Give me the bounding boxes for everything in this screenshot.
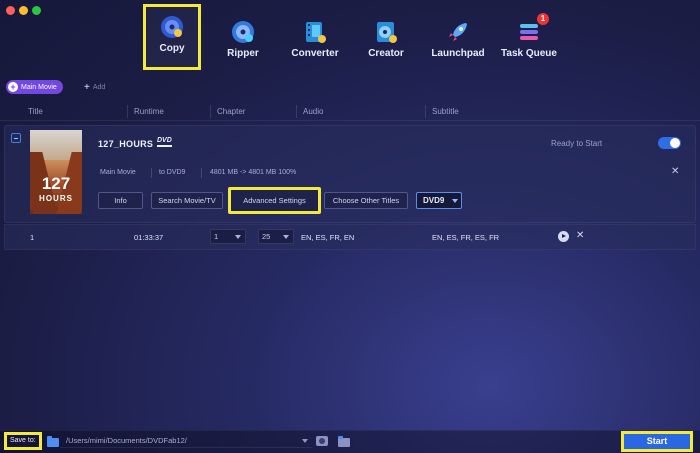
save-path-value: /Users/mimi/Documents/DVDFab12/ xyxy=(66,436,187,445)
task-queue-badge: 1 xyxy=(537,13,549,25)
task-queue-icon xyxy=(520,24,538,40)
add-label: Add xyxy=(92,83,106,91)
chevron-down-icon xyxy=(235,235,241,239)
start-button[interactable]: Start xyxy=(621,431,693,452)
track-index: 1 xyxy=(30,233,35,242)
chevron-down-icon xyxy=(302,439,308,443)
chapter-start-value: 1 xyxy=(214,232,219,241)
column-header-row: Title Runtime Chapter Audio Subtitle xyxy=(0,101,700,121)
track-subtitle[interactable]: EN, ES, FR, ES, FR xyxy=(432,233,499,242)
tool-ripper[interactable]: Ripper xyxy=(208,10,278,68)
chevron-down-icon xyxy=(452,198,459,203)
advanced-settings-button[interactable]: Advanced Settings xyxy=(228,187,321,214)
ripper-disc-icon xyxy=(232,21,254,43)
column-subtitle: Subtitle xyxy=(432,107,459,116)
tool-task-queue[interactable]: Task Queue xyxy=(494,10,564,68)
remove-icon[interactable]: ✕ xyxy=(576,230,584,241)
movie-title: 127_HOURS xyxy=(98,139,154,149)
copy-disc-icon xyxy=(161,16,183,38)
size-info-text: 4801 MB -> 4801 MB 100% xyxy=(210,169,297,176)
tool-creator[interactable]: Creator xyxy=(351,10,421,68)
play-icon[interactable] xyxy=(558,231,569,242)
plus-icon: + xyxy=(8,82,18,92)
choose-other-titles-button[interactable]: Choose Other Titles xyxy=(324,192,408,209)
window-zoom-button[interactable] xyxy=(32,6,41,15)
chapter-end-select[interactable]: 25 xyxy=(258,229,294,244)
plus-icon: + xyxy=(84,81,90,93)
dvd-logo: DVD xyxy=(157,137,172,147)
main-movie-button[interactable]: + Main Movie xyxy=(6,80,63,94)
column-audio: Audio xyxy=(303,107,324,116)
column-chapter: Chapter xyxy=(217,107,246,116)
creator-disc-icon xyxy=(377,22,397,43)
browse-folder-icon[interactable] xyxy=(338,436,350,447)
track-runtime: 01:33:37 xyxy=(134,233,164,242)
save-to-label: Save to: xyxy=(4,432,42,450)
movie-poster: 127 HOURS xyxy=(30,130,82,214)
rocket-icon xyxy=(449,23,467,41)
add-button[interactable]: + Add xyxy=(84,80,105,94)
chapter-start-select[interactable]: 1 xyxy=(210,229,246,244)
track-audio[interactable]: EN, ES, FR, EN xyxy=(301,233,354,242)
folder-icon xyxy=(47,436,59,447)
column-title: Title xyxy=(28,107,43,116)
tool-label: Launchpad xyxy=(431,48,485,59)
tool-label: Converter xyxy=(291,48,339,59)
status-text: Ready to Start xyxy=(551,139,603,148)
tool-label: Creator xyxy=(368,48,404,59)
tool-label: Ripper xyxy=(227,48,259,59)
save-path-input[interactable]: /Users/mimi/Documents/DVDFab12/ xyxy=(60,434,312,448)
mode-text: Main Movie xyxy=(100,169,136,176)
chapter-end-value: 25 xyxy=(262,232,271,241)
poster-subtitle: HOURS xyxy=(39,194,73,203)
main-movie-label: Main Movie xyxy=(21,83,57,91)
window-close-button[interactable] xyxy=(6,6,15,15)
tool-converter[interactable]: Converter xyxy=(280,10,350,68)
iso-icon[interactable] xyxy=(316,436,328,446)
window-minimize-button[interactable] xyxy=(19,6,28,15)
column-runtime: Runtime xyxy=(134,107,164,116)
tool-label: Task Queue xyxy=(501,48,557,59)
output-format-value: DVD9 xyxy=(423,196,445,205)
enable-toggle[interactable] xyxy=(658,137,681,149)
tool-copy[interactable]: Copy xyxy=(143,4,201,70)
converter-film-icon xyxy=(306,22,326,43)
tool-label: Copy xyxy=(159,43,185,54)
target-text: to DVD9 xyxy=(159,169,186,176)
poster-title: 127 xyxy=(41,174,71,193)
collapse-toggle[interactable] xyxy=(11,133,21,143)
search-movie-button[interactable]: Search Movie/TV xyxy=(151,192,223,209)
close-icon[interactable]: ✕ xyxy=(671,166,679,177)
tool-launchpad[interactable]: Launchpad xyxy=(423,10,493,68)
output-format-select[interactable]: DVD9 xyxy=(416,192,462,209)
chevron-down-icon xyxy=(283,235,289,239)
info-button[interactable]: Info xyxy=(98,192,143,209)
